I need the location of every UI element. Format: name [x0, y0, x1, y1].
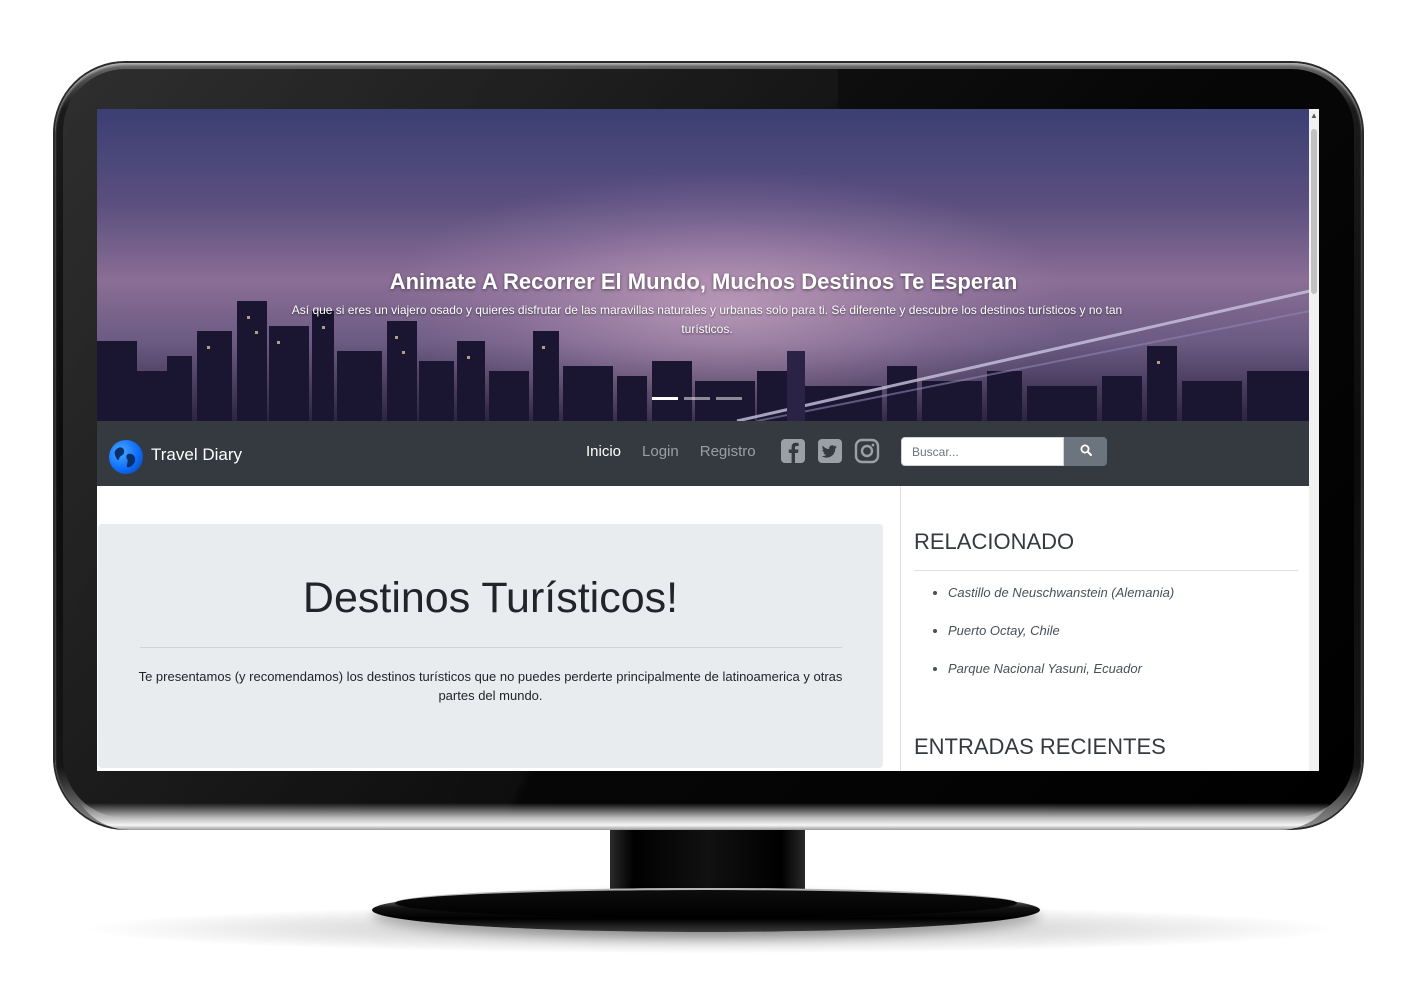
browser-screen: Animate A Recorrer El Mundo, Muchos Dest… — [97, 109, 1319, 771]
instagram-icon[interactable] — [854, 438, 880, 464]
jumbotron: Destinos Turísticos! Te presentamos (y r… — [98, 524, 883, 768]
social-links — [780, 438, 880, 464]
intro-text: Te presentamos (y recomendamos) los dest… — [138, 669, 843, 703]
related-link[interactable]: Parque Nacional Yasuni, Ecuador — [948, 659, 1174, 697]
page-title: Destinos Turísticos! — [302, 574, 679, 622]
search-input[interactable] — [901, 437, 1064, 466]
hero-title: Animate A Recorrer El Mundo, Muchos Dest… — [389, 269, 1018, 294]
scrollbar[interactable]: ▲ — [1309, 109, 1319, 771]
search-icon — [1080, 444, 1092, 456]
related-link[interactable]: Castillo de Neuschwanstein (Alemania) — [948, 583, 1174, 621]
recent-posts-heading: ENTRADAS RECIENTES — [914, 734, 1166, 759]
sidebar-divider — [900, 486, 901, 771]
hero-carousel: Animate A Recorrer El Mundo, Muchos Dest… — [97, 109, 1310, 421]
carousel-indicator[interactable] — [652, 397, 678, 400]
scrollbar-thumb[interactable] — [1311, 129, 1317, 294]
twitter-icon[interactable] — [817, 438, 843, 464]
carousel-indicator[interactable] — [684, 397, 710, 400]
brand-name[interactable]: Travel Diary — [151, 445, 242, 465]
monitor-base-top — [395, 888, 1017, 918]
hero-subtitle: Así que si eres un viajero osado y quier… — [291, 303, 1123, 336]
related-list: Castillo de Neuschwanstein (Alemania) Pu… — [914, 583, 1174, 697]
divider — [914, 570, 1298, 571]
globe-logo-icon[interactable] — [109, 440, 143, 474]
divider — [140, 647, 842, 648]
navbar: Travel Diary Inicio Login Registro — [97, 421, 1310, 486]
nav-link-registro[interactable]: Registro — [700, 443, 756, 460]
carousel-indicators — [652, 397, 742, 400]
nav-link-login[interactable]: Login — [642, 443, 679, 460]
related-link[interactable]: Puerto Octay, Chile — [948, 621, 1174, 659]
carousel-indicator[interactable] — [716, 397, 742, 400]
nav-link-inicio[interactable]: Inicio — [586, 443, 621, 460]
search-button[interactable] — [1064, 437, 1107, 466]
nav-links: Inicio Login Registro — [586, 443, 756, 460]
facebook-icon[interactable] — [780, 438, 806, 464]
scroll-up-icon[interactable]: ▲ — [1310, 111, 1318, 120]
related-heading: RELACIONADO — [914, 529, 1075, 554]
